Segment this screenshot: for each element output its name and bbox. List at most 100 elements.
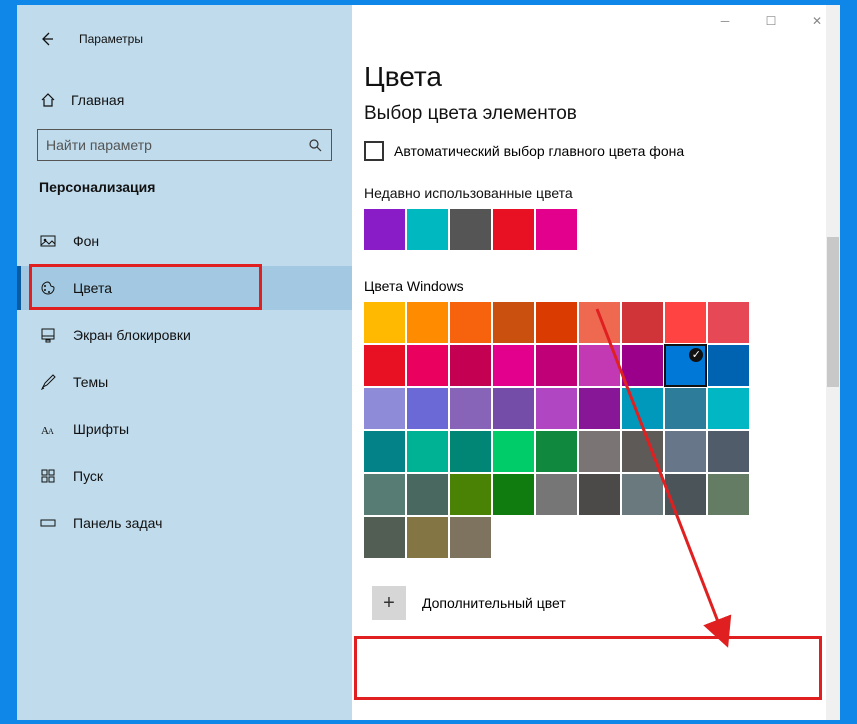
color-swatch[interactable] (622, 345, 663, 386)
color-swatch[interactable] (450, 388, 491, 429)
color-swatch[interactable] (665, 388, 706, 429)
color-swatch[interactable] (536, 388, 577, 429)
color-swatch[interactable] (364, 474, 405, 515)
category-heading: Персонализация (17, 161, 352, 205)
color-swatch[interactable] (407, 517, 448, 558)
color-swatch[interactable] (407, 302, 448, 343)
annotation-highlight (354, 636, 822, 700)
color-swatch[interactable] (493, 388, 534, 429)
lock-screen-icon (39, 326, 57, 344)
color-swatch[interactable] (622, 474, 663, 515)
auto-color-label: Автоматический выбор главного цвета фона (394, 143, 684, 159)
svg-text:A: A (48, 427, 54, 436)
custom-color-label: Дополнительный цвет (422, 595, 566, 611)
color-swatch[interactable] (622, 431, 663, 472)
color-swatch[interactable] (708, 345, 749, 386)
palette-icon (39, 279, 57, 297)
checkbox-icon[interactable] (364, 141, 384, 161)
sidebar-item-brush[interactable]: Темы (17, 360, 352, 404)
page-title: Цвета (364, 61, 840, 93)
color-swatch[interactable] (407, 345, 448, 386)
section-title: Выбор цвета элементов (364, 103, 840, 125)
recent-color-swatch[interactable] (407, 209, 448, 250)
sidebar-item-label: Темы (73, 374, 108, 390)
recent-color-swatch[interactable] (493, 209, 534, 250)
sidebar-item-lock-screen[interactable]: Экран блокировки (17, 313, 352, 357)
color-swatch[interactable] (364, 388, 405, 429)
color-swatch[interactable] (579, 345, 620, 386)
brush-icon (39, 373, 57, 391)
color-swatch[interactable] (450, 474, 491, 515)
color-swatch[interactable] (665, 431, 706, 472)
app-title: Параметры (79, 32, 143, 46)
color-swatch[interactable] (579, 388, 620, 429)
sidebar-item-label: Цвета (73, 280, 112, 296)
color-swatch[interactable] (364, 517, 405, 558)
home-icon (39, 91, 57, 109)
color-swatch[interactable] (450, 345, 491, 386)
color-swatch[interactable] (708, 431, 749, 472)
taskbar-icon (39, 514, 57, 532)
sidebar-item-picture[interactable]: Фон (17, 219, 352, 263)
nav-home-label: Главная (71, 92, 124, 108)
sidebar-item-label: Экран блокировки (73, 327, 191, 343)
windows-colors-heading: Цвета Windows (364, 278, 840, 294)
color-swatch[interactable] (579, 474, 620, 515)
color-swatch[interactable] (579, 431, 620, 472)
plus-icon: + (372, 586, 406, 620)
sidebar-item-font[interactable]: AA Шрифты (17, 407, 352, 451)
sidebar-item-label: Шрифты (73, 421, 129, 437)
font-icon: AA (39, 420, 57, 438)
scroll-thumb[interactable] (827, 237, 839, 387)
color-swatch[interactable] (364, 302, 405, 343)
recent-color-swatch[interactable] (536, 209, 577, 250)
back-icon[interactable] (39, 31, 55, 47)
minimize-button[interactable]: ─ (702, 5, 748, 37)
sidebar-item-label: Пуск (73, 468, 103, 484)
color-swatch[interactable] (536, 431, 577, 472)
color-swatch[interactable] (493, 302, 534, 343)
color-swatch[interactable] (708, 388, 749, 429)
color-swatch[interactable] (536, 302, 577, 343)
color-swatch[interactable] (708, 302, 749, 343)
color-swatch[interactable] (622, 302, 663, 343)
auto-color-checkbox-row[interactable]: Автоматический выбор главного цвета фона (364, 141, 840, 161)
sidebar-item-taskbar[interactable]: Панель задач (17, 501, 352, 545)
close-button[interactable]: ✕ (794, 5, 840, 37)
color-swatch[interactable] (579, 302, 620, 343)
color-swatch[interactable] (665, 474, 706, 515)
color-swatch[interactable] (493, 474, 534, 515)
custom-color-button[interactable]: + Дополнительный цвет (364, 578, 819, 628)
search-box[interactable] (37, 129, 332, 161)
color-swatch[interactable] (364, 345, 405, 386)
recent-color-swatch[interactable] (450, 209, 491, 250)
recent-color-swatch[interactable] (364, 209, 405, 250)
color-swatch[interactable] (622, 388, 663, 429)
nav-home[interactable]: Главная (17, 83, 352, 117)
color-swatch[interactable] (450, 302, 491, 343)
start-icon (39, 467, 57, 485)
recent-colors-heading: Недавно использованные цвета (364, 185, 840, 201)
search-icon (307, 137, 323, 153)
picture-icon (39, 232, 57, 250)
sidebar-item-label: Фон (73, 233, 99, 249)
color-swatch[interactable] (493, 345, 534, 386)
color-swatch[interactable] (536, 345, 577, 386)
color-swatch[interactable] (536, 474, 577, 515)
maximize-button[interactable]: ☐ (748, 5, 794, 37)
color-swatch[interactable] (665, 345, 706, 386)
sidebar-item-label: Панель задач (73, 515, 162, 531)
color-swatch[interactable] (493, 431, 534, 472)
scrollbar[interactable] (826, 5, 840, 720)
search-input[interactable] (46, 137, 307, 153)
color-swatch[interactable] (450, 517, 491, 558)
color-swatch[interactable] (450, 431, 491, 472)
sidebar-item-palette[interactable]: Цвета (17, 266, 352, 310)
color-swatch[interactable] (407, 388, 448, 429)
color-swatch[interactable] (407, 431, 448, 472)
sidebar-item-start[interactable]: Пуск (17, 454, 352, 498)
color-swatch[interactable] (364, 431, 405, 472)
color-swatch[interactable] (665, 302, 706, 343)
color-swatch[interactable] (407, 474, 448, 515)
color-swatch[interactable] (708, 474, 749, 515)
